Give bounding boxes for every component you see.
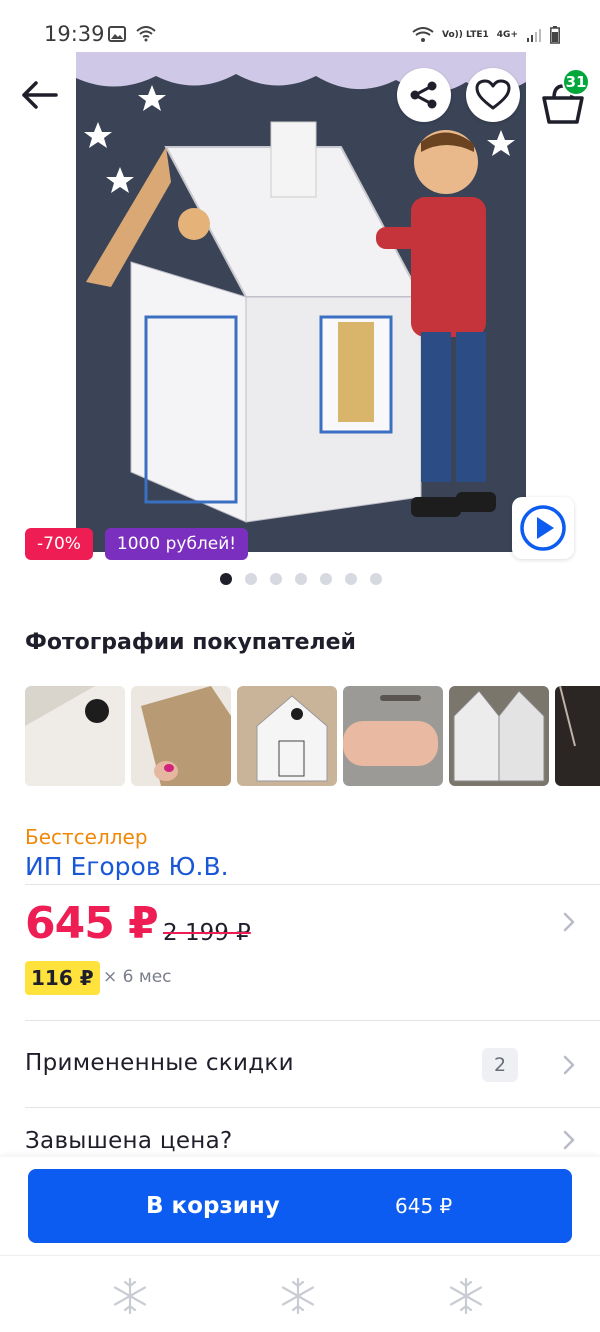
share-button[interactable]: [397, 68, 451, 122]
snowflake-icon[interactable]: [278, 1276, 318, 1316]
add-to-cart-button[interactable]: В корзину 645 ₽: [28, 1169, 572, 1243]
installment-badge[interactable]: 116 ₽: [25, 961, 100, 995]
customer-photo[interactable]: [343, 686, 443, 786]
chevron-right-icon[interactable]: [561, 911, 577, 933]
cart-count-badge: 31: [562, 68, 590, 96]
applied-discounts-row[interactable]: Примененные скидки: [25, 1050, 294, 1076]
discount-count-badge: 2: [482, 1048, 518, 1082]
snowflake-icon[interactable]: [110, 1276, 150, 1316]
cart-button[interactable]: 31: [536, 68, 592, 126]
customer-photo[interactable]: [237, 686, 337, 786]
pagination-dot[interactable]: [370, 573, 382, 585]
installment-term: × 6 мес: [103, 967, 172, 987]
seller-link[interactable]: ИП Егоров Ю.В.: [25, 852, 229, 881]
wifi-icon: [136, 26, 156, 42]
pagination-dot[interactable]: [245, 573, 257, 585]
battery-icon: [550, 26, 560, 44]
divider: [25, 884, 600, 885]
divider: [25, 1107, 600, 1108]
customer-photo[interactable]: [449, 686, 549, 786]
play-video-button[interactable]: [512, 497, 574, 559]
pagination-dot[interactable]: [220, 573, 232, 585]
bestseller-label: Бестселлер: [25, 825, 148, 849]
product-image[interactable]: [76, 52, 526, 552]
promo-badges: -70% 1000 рублей!: [25, 528, 249, 560]
chevron-right-icon[interactable]: [561, 1054, 577, 1076]
price-old: 2 199 ₽: [163, 920, 251, 946]
status-bar: 19:39 Vo)) LTE1 4G+: [0, 0, 600, 56]
signal-icon: [527, 29, 541, 42]
bottom-navigation: [0, 1255, 600, 1332]
customer-photo[interactable]: [131, 686, 231, 786]
price-too-high-row[interactable]: Завышена цена?: [25, 1128, 233, 1154]
snowflake-icon[interactable]: [446, 1276, 486, 1316]
promo-badge: 1000 рублей!: [104, 528, 249, 560]
add-to-cart-label: В корзину: [146, 1193, 280, 1219]
heart-icon: [475, 79, 511, 110]
customer-photo[interactable]: [25, 686, 125, 786]
discount-badge: -70%: [25, 528, 93, 560]
volte-icon: Vo)) LTE1: [441, 29, 489, 40]
play-icon: [520, 505, 566, 551]
status-time: 19:39: [44, 22, 105, 46]
pagination-dot[interactable]: [270, 573, 282, 585]
chevron-right-icon[interactable]: [561, 1129, 577, 1151]
gallery-pagination: [220, 573, 382, 585]
bottom-action-panel: В корзину 645 ₽: [0, 1157, 600, 1255]
image-icon: [108, 26, 126, 42]
wifi-icon: [412, 27, 434, 42]
arrow-left-icon: [22, 81, 58, 109]
pagination-dot[interactable]: [345, 573, 357, 585]
share-icon: [410, 81, 437, 109]
pagination-dot[interactable]: [320, 573, 332, 585]
customer-photo[interactable]: [555, 686, 600, 786]
pagination-dot[interactable]: [295, 573, 307, 585]
customer-photos-title: Фотографии покупателей: [25, 630, 356, 655]
add-to-cart-price: 645 ₽: [395, 1194, 453, 1218]
product-photo-illustration: [76, 52, 526, 552]
favorite-button[interactable]: [466, 68, 520, 122]
network-type: 4G+: [496, 29, 518, 40]
price-current: 645 ₽: [25, 898, 159, 949]
customer-photos-strip[interactable]: [25, 686, 600, 786]
back-button[interactable]: [14, 70, 64, 120]
divider: [25, 1020, 600, 1021]
